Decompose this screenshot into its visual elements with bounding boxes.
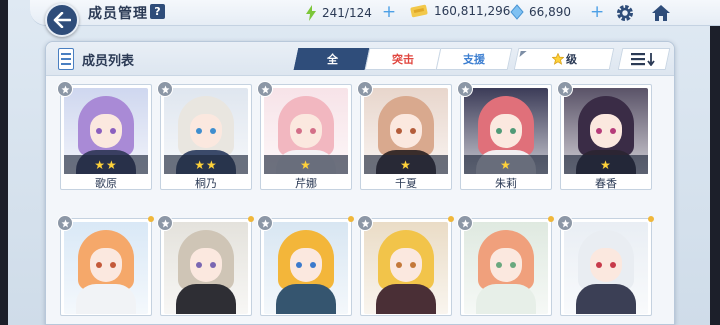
panel-title: 成员列表 <box>82 54 135 69</box>
member-card[interactable]: ★ 朱莉 <box>457 81 552 190</box>
energy-counter: 241/124 + <box>305 4 396 21</box>
left-screen-edge <box>0 0 8 325</box>
member-portrait <box>164 222 248 314</box>
member-card[interactable]: ★ 春香 <box>557 81 652 190</box>
tab-assault[interactable]: 突击 <box>364 48 442 70</box>
star-rating: ★ <box>264 155 348 174</box>
home-icon <box>652 5 670 21</box>
new-indicator-dot <box>548 216 554 222</box>
energy-value: 241/124 <box>322 5 372 20</box>
pin-icon[interactable] <box>257 215 273 231</box>
member-portrait <box>264 222 348 314</box>
page-title: 成员管理 <box>88 6 148 22</box>
member-name: 千夏 <box>395 177 417 190</box>
gems-value: 66,890 <box>529 5 571 19</box>
home-button[interactable] <box>650 2 672 24</box>
settings-button[interactable] <box>614 2 636 24</box>
member-portrait <box>564 222 648 314</box>
member-card[interactable]: ★★ 桐乃 <box>157 81 252 190</box>
member-name: 朱莉 <box>495 177 517 190</box>
pin-icon[interactable] <box>457 81 473 97</box>
back-button[interactable] <box>45 3 79 37</box>
gems-add-wrap: + <box>580 4 604 21</box>
tab-all[interactable]: 全 <box>293 48 371 70</box>
sort-order-button[interactable] <box>617 48 671 70</box>
pin-icon[interactable] <box>457 215 473 231</box>
member-name: 芹娜 <box>295 177 317 190</box>
member-card[interactable] <box>257 215 354 316</box>
star-rating: ★★ <box>64 155 148 174</box>
pin-icon[interactable] <box>57 215 73 231</box>
member-card[interactable] <box>357 215 454 316</box>
member-card[interactable] <box>57 215 154 316</box>
member-card[interactable]: ★ 芹娜 <box>257 81 352 190</box>
credits-counter: 160,811,296 <box>410 4 510 18</box>
member-card[interactable] <box>457 215 554 316</box>
pin-icon[interactable] <box>57 81 73 97</box>
energy-add-button[interactable]: + <box>382 4 396 21</box>
member-list-icon <box>58 48 74 70</box>
credits-value: 160,811,296 <box>434 4 511 18</box>
pin-icon[interactable] <box>557 215 573 231</box>
member-portrait <box>364 222 448 314</box>
gem-icon <box>510 4 524 20</box>
tab-support[interactable]: 支援 <box>435 48 513 70</box>
star-rating: ★ <box>364 155 448 174</box>
member-portrait <box>64 222 148 314</box>
pin-icon[interactable] <box>257 81 273 97</box>
new-indicator-dot <box>448 216 454 222</box>
panel-header: 成员列表 全 突击 支援 级 <box>46 42 674 76</box>
pin-icon[interactable] <box>357 81 373 97</box>
help-button[interactable]: ? <box>150 4 165 19</box>
pin-icon[interactable] <box>157 215 173 231</box>
sort-label: 级 <box>565 53 577 66</box>
tab-assault-label: 突击 <box>392 53 414 66</box>
tab-support-label: 支援 <box>463 53 485 66</box>
filter-tabs: 全 突击 支援 <box>293 48 513 70</box>
new-indicator-dot <box>348 216 354 222</box>
member-card[interactable]: ★★ 歌原 <box>57 81 152 190</box>
new-indicator-dot <box>148 216 154 222</box>
member-card[interactable] <box>157 215 254 316</box>
new-indicator-dot <box>248 216 254 222</box>
arrow-left-icon <box>53 12 71 28</box>
right-screen-edge <box>710 0 720 325</box>
member-card[interactable] <box>557 215 654 316</box>
sort-dropdown[interactable]: 级 <box>513 48 615 70</box>
member-name: 春香 <box>595 177 617 190</box>
star-rating: ★★ <box>164 155 248 174</box>
sort-descending-icon <box>631 53 655 66</box>
tab-all-label: 全 <box>326 53 338 66</box>
dropdown-corner-icon <box>519 51 527 57</box>
pin-icon[interactable] <box>357 215 373 231</box>
new-indicator-dot <box>648 216 654 222</box>
gear-icon <box>617 5 633 21</box>
member-portrait <box>464 222 548 314</box>
member-name: 歌原 <box>95 177 117 190</box>
gems-add-button[interactable]: + <box>590 4 604 21</box>
pin-icon[interactable] <box>157 81 173 97</box>
member-name: 桐乃 <box>195 177 217 190</box>
gems-counter: 66,890 <box>510 4 571 20</box>
star-rating: ★ <box>464 155 548 174</box>
pin-icon[interactable] <box>557 81 573 97</box>
energy-bolt-icon <box>306 4 316 21</box>
star-outline-icon <box>551 53 564 65</box>
star-rating: ★ <box>564 155 648 174</box>
member-card[interactable]: ★ 千夏 <box>357 81 452 190</box>
credits-icon <box>410 4 428 18</box>
member-list-panel: 成员列表 全 突击 支援 级 ★★ 歌原 ★★ 桐乃 ★ 芹娜 ★ 千夏 ★ 朱… <box>45 41 675 325</box>
